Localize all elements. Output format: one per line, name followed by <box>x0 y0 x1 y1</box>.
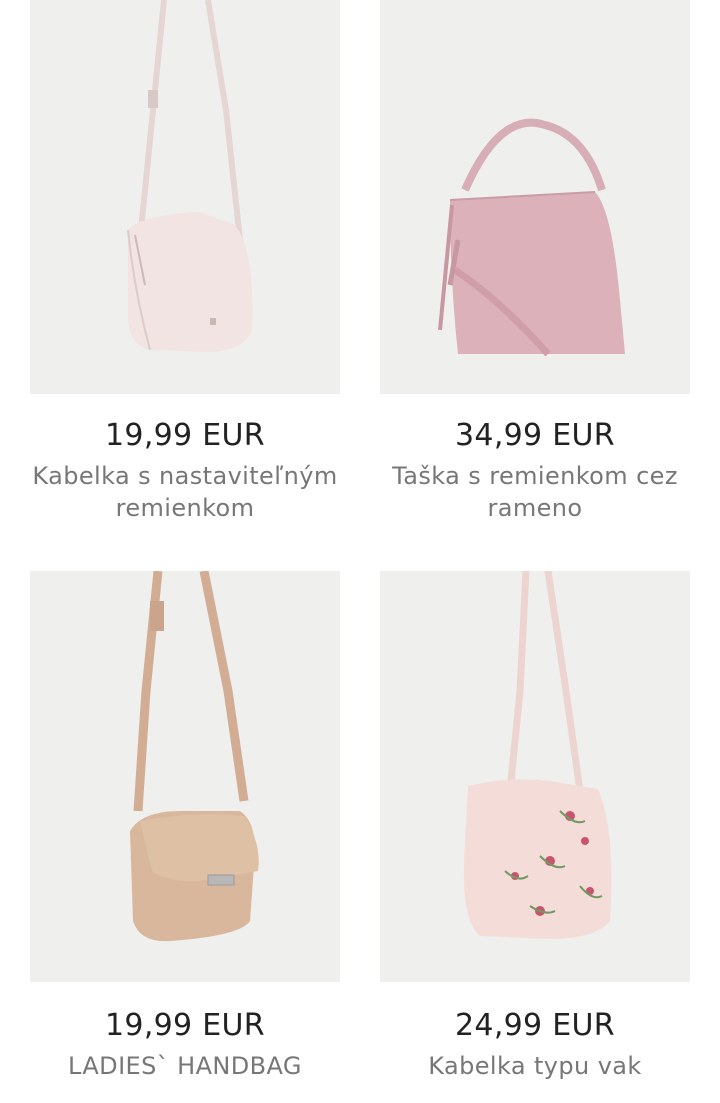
product-name[interactable]: Kabelka s nastaviteľným remienkom <box>30 460 340 524</box>
bag-illustration <box>30 0 340 394</box>
bag-illustration <box>30 571 340 982</box>
product-image[interactable] <box>30 571 340 982</box>
bag-illustration <box>380 0 690 394</box>
product-card[interactable]: 24,99 EUR Kabelka typu vak <box>380 571 690 1082</box>
product-price: 19,99 EUR <box>105 418 265 453</box>
product-name[interactable]: Kabelka typu vak <box>380 1050 690 1082</box>
bag-illustration <box>380 571 690 982</box>
product-price: 24,99 EUR <box>455 1008 615 1043</box>
product-card[interactable]: 19,99 EUR LADIES` HANDBAG <box>30 571 340 1082</box>
product-grid: 19,99 EUR Kabelka s nastaviteľným remien… <box>0 0 720 1103</box>
product-image[interactable] <box>380 0 690 394</box>
product-card[interactable]: 19,99 EUR Kabelka s nastaviteľným remien… <box>30 0 340 524</box>
product-card[interactable]: 34,99 EUR Taška s remienkom cez rameno <box>380 0 690 524</box>
product-price: 19,99 EUR <box>105 1008 265 1043</box>
product-price: 34,99 EUR <box>455 418 615 453</box>
product-image[interactable] <box>380 571 690 982</box>
product-image[interactable] <box>30 0 340 394</box>
product-name[interactable]: LADIES` HANDBAG <box>30 1050 340 1082</box>
product-name[interactable]: Taška s remienkom cez rameno <box>380 460 690 524</box>
